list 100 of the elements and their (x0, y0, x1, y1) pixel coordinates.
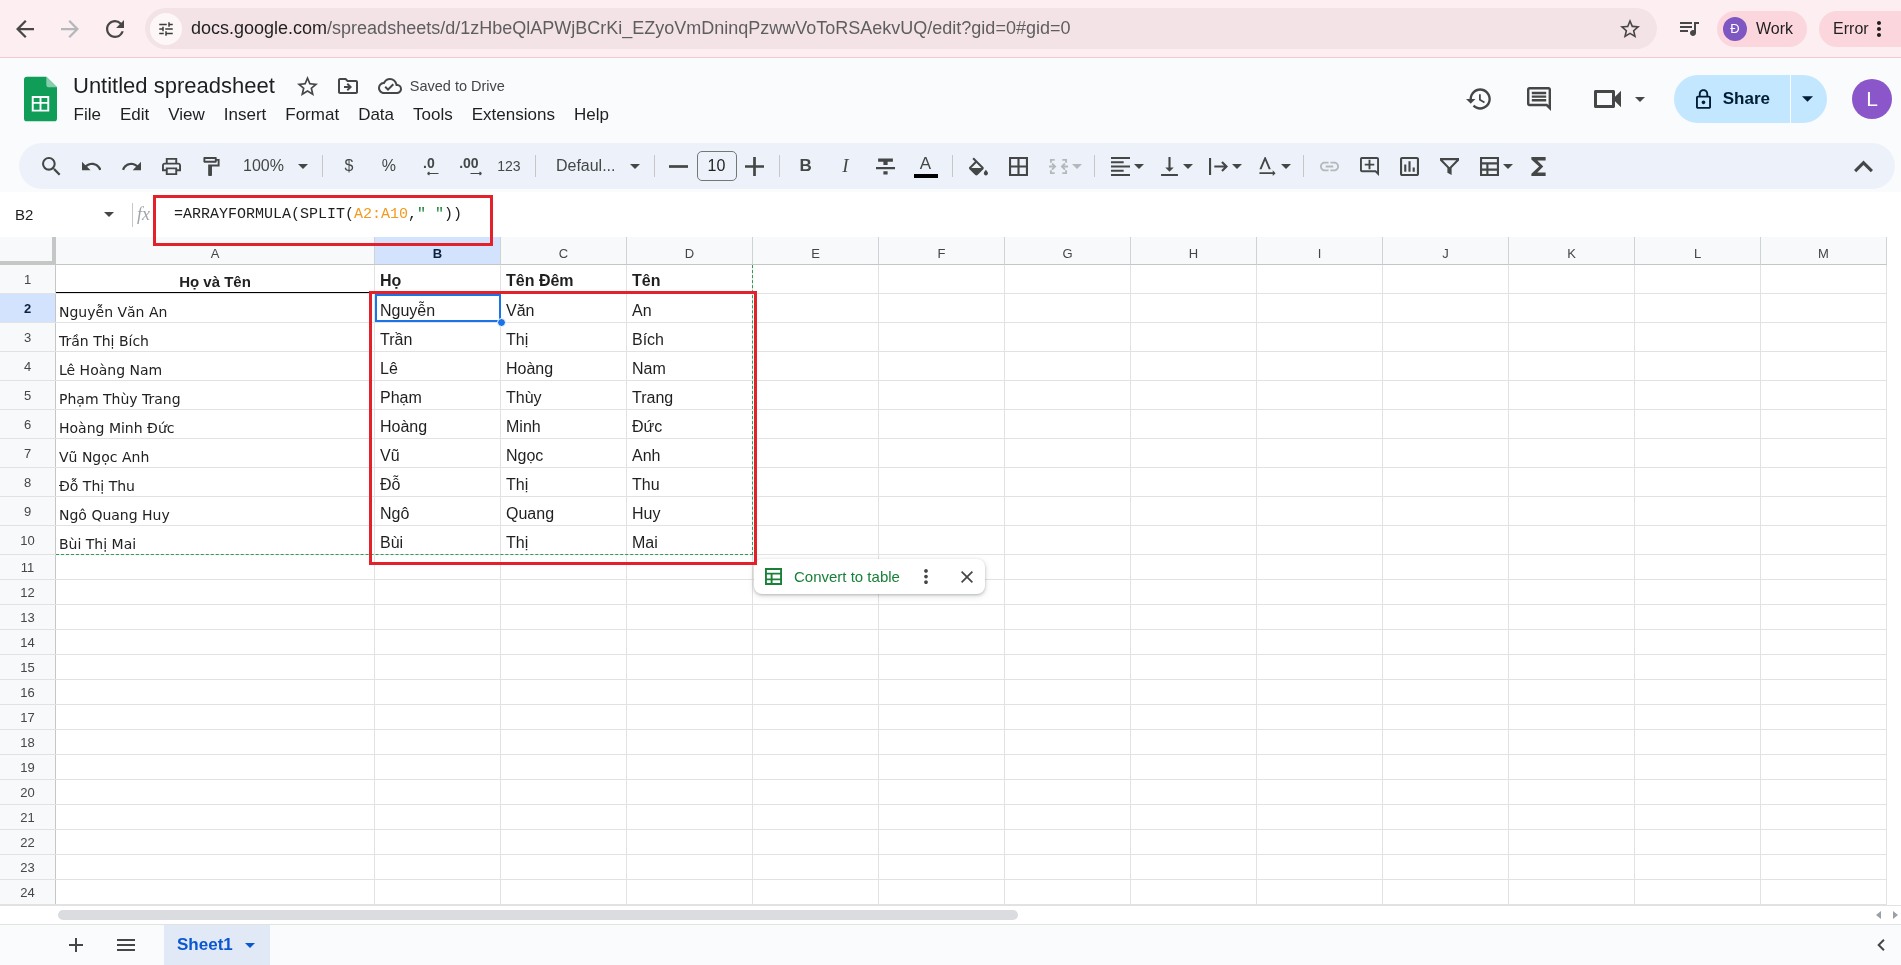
table-cell[interactable]: Bích (632, 330, 664, 349)
caret-icon[interactable] (1231, 163, 1242, 169)
formula-text[interactable]: =ARRAYFORMULA(SPLIT(A2:A10," ")) (174, 206, 463, 223)
row-header[interactable]: 22 (0, 830, 56, 854)
table-cell[interactable]: Lê (380, 359, 398, 378)
caret-icon[interactable] (1502, 163, 1513, 169)
table-cell[interactable]: Lê Hoàng Nam (59, 361, 163, 378)
table-cell[interactable]: Hoàng (380, 417, 428, 436)
caret-icon[interactable] (1634, 96, 1645, 102)
row-header[interactable]: 7 (0, 439, 56, 467)
column-header[interactable]: M (1761, 237, 1887, 265)
menu-item[interactable]: Format (275, 103, 349, 127)
menu-item[interactable]: Help (564, 103, 619, 127)
paint-bucket-icon[interactable] (969, 156, 988, 176)
row-header[interactable]: 20 (0, 780, 56, 804)
text-color-button[interactable]: A (905, 146, 946, 186)
column-header[interactable]: L (1635, 237, 1761, 265)
menu-item[interactable]: Extensions (462, 103, 565, 127)
row-header[interactable]: 19 (0, 755, 56, 779)
scrollbar-track[interactable] (0, 905, 1901, 924)
media-queue-icon[interactable] (1680, 21, 1700, 36)
column-header[interactable]: F (879, 237, 1005, 265)
account-avatar[interactable]: L (1852, 79, 1892, 119)
chart-icon[interactable] (1400, 156, 1419, 176)
currency-format-button[interactable]: $ (328, 146, 369, 186)
table-cell[interactable]: Vũ (380, 446, 400, 465)
row-header[interactable]: 12 (0, 580, 56, 604)
decrease-decimal-button[interactable]: .0 (408, 146, 449, 186)
table-cell[interactable]: Minh (506, 417, 541, 436)
caret-icon[interactable] (104, 212, 114, 217)
table-cell[interactable]: Thị (506, 475, 529, 494)
print-icon[interactable] (161, 156, 181, 176)
font-dropdown[interactable]: Defaul... (541, 146, 648, 186)
scroll-left-icon[interactable] (1876, 911, 1881, 919)
menu-icon[interactable] (117, 939, 135, 951)
font-size-field[interactable]: 10 (696, 151, 737, 181)
table-cell[interactable]: Bùi Thị Mai (59, 535, 137, 552)
table-cell[interactable]: Đức (632, 417, 663, 436)
scrollbar-thumb[interactable] (58, 910, 1018, 920)
table-cell[interactable]: An (632, 301, 652, 320)
comment-icon[interactable] (1526, 87, 1551, 111)
chevron-left-icon[interactable] (1877, 939, 1885, 951)
address-bar[interactable]: docs.google.com/spreadsheets/d/1zHbeQlAPWjBCrKi_EZyoVmDninqPzwwVoToRSAekvUQ/edit?gid=0#gid=0 (145, 8, 1657, 49)
row-header[interactable]: 14 (0, 630, 56, 654)
error-button[interactable]: Error (1819, 10, 1901, 47)
row-header[interactable]: 13 (0, 605, 56, 629)
column-header[interactable]: I (1257, 237, 1383, 265)
table-cell[interactable]: Thị (506, 533, 529, 552)
menu-item[interactable]: Tools (403, 103, 463, 127)
row-header[interactable]: 18 (0, 730, 56, 754)
table-cell[interactable]: Quang (506, 504, 555, 523)
row-header[interactable]: 24 (0, 880, 56, 904)
column-header[interactable]: J (1383, 237, 1509, 265)
row-header[interactable]: 21 (0, 805, 56, 829)
table-cell[interactable]: Nguyễn Văn An (59, 303, 168, 320)
back-icon[interactable] (16, 19, 34, 38)
table-cell[interactable]: Ngô Quang Huy (59, 506, 170, 523)
percent-format-button[interactable]: % (368, 146, 409, 186)
row-header[interactable]: 23 (0, 855, 56, 879)
column-header[interactable]: A (56, 237, 375, 265)
italic-button[interactable]: I (825, 146, 866, 186)
history-icon[interactable] (1465, 88, 1492, 110)
share-options-button[interactable] (1791, 75, 1827, 123)
table-cell[interactable]: Trần Thị Bích (59, 332, 149, 349)
table-cell[interactable]: Trần (380, 330, 413, 349)
table-cell[interactable]: Tên (632, 271, 661, 290)
bold-button[interactable]: B (785, 146, 826, 186)
table-cell[interactable]: Vũ Ngọc Anh (59, 448, 150, 465)
caret-icon[interactable] (1182, 163, 1193, 169)
menu-item[interactable]: Edit (110, 103, 159, 127)
table-cell[interactable]: Bùi (380, 533, 404, 552)
table-cell[interactable]: Trang (632, 388, 674, 407)
strikethrough-icon[interactable] (876, 156, 895, 176)
column-header[interactable]: H (1131, 237, 1257, 265)
table-cell[interactable]: Tên Đêm (506, 271, 574, 290)
menu-item[interactable]: Insert (214, 103, 276, 127)
menu-item[interactable]: View (158, 103, 215, 127)
table-cell[interactable]: Đỗ (380, 475, 401, 494)
table-cell[interactable]: Thị (506, 330, 529, 349)
share-button[interactable]: Share (1673, 75, 1790, 123)
video-call-icon[interactable] (1593, 90, 1621, 108)
zoom-dropdown[interactable]: 100% (231, 146, 316, 186)
table-icon[interactable] (1479, 156, 1499, 176)
table-cell[interactable]: Nam (632, 359, 666, 378)
paint-format-icon[interactable] (201, 156, 221, 176)
move-folder-icon[interactable] (337, 77, 358, 95)
table-cell[interactable]: Hoàng (506, 359, 554, 378)
sheet-tab[interactable]: Sheet1 (164, 925, 270, 965)
name-box[interactable]: B2 (0, 202, 133, 227)
table-cell[interactable]: Đỗ Thị Thu (59, 477, 135, 494)
plus-icon[interactable] (745, 156, 764, 176)
row-header[interactable]: 5 (0, 381, 56, 409)
row-header[interactable]: 4 (0, 352, 56, 380)
menu-item[interactable]: File (64, 103, 111, 127)
convert-to-table-button[interactable]: Convert to table (765, 562, 900, 591)
cloud-check-icon[interactable] (377, 78, 402, 94)
row-header[interactable]: 1 (0, 265, 56, 293)
row-header[interactable]: 11 (0, 555, 56, 579)
table-cell[interactable]: Huy (632, 504, 661, 523)
add-comment-icon[interactable] (1360, 156, 1379, 176)
